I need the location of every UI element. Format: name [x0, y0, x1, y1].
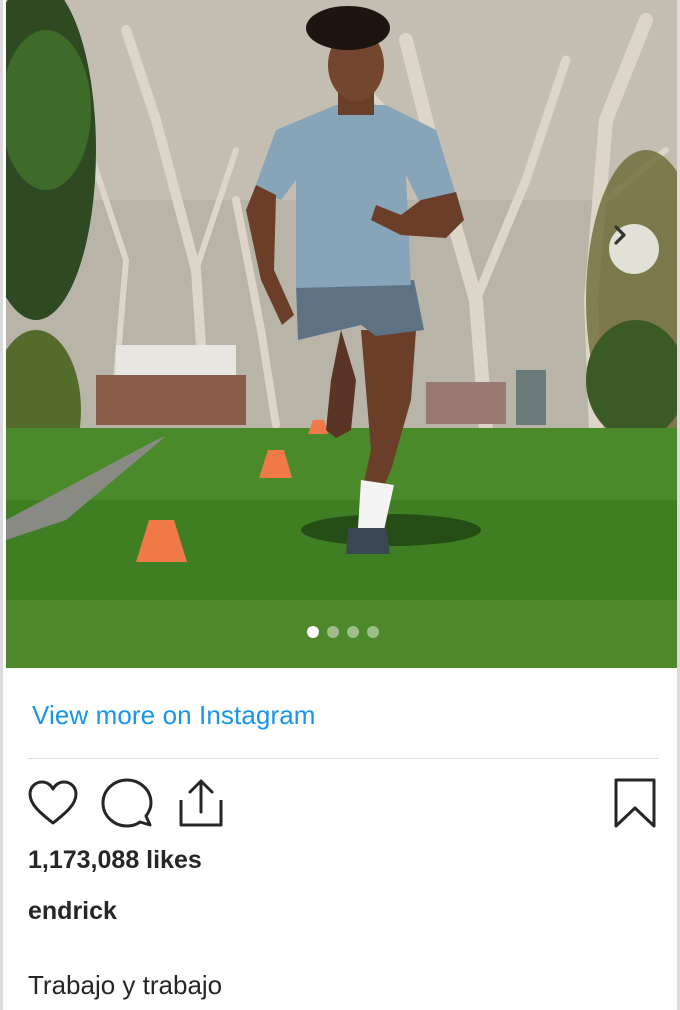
bookmark-icon: [614, 778, 656, 828]
divider: [28, 758, 658, 759]
carousel-dot: [327, 626, 339, 638]
heart-icon: [28, 780, 78, 825]
instagram-embed: View more on Instagram 1,173,088 likes e…: [0, 0, 680, 1010]
save-button[interactable]: [607, 775, 663, 831]
share-button[interactable]: [173, 775, 229, 831]
chevron-right-icon: [614, 225, 626, 245]
post-caption: Trabajo y trabajo: [28, 970, 223, 1000]
carousel-dot: [347, 626, 359, 638]
carousel-indicator: [6, 626, 677, 638]
share-icon: [179, 779, 223, 827]
comment-bubble-icon: [101, 778, 153, 828]
username[interactable]: endrick: [28, 897, 117, 926]
like-button[interactable]: [25, 775, 81, 831]
post-actions: [25, 775, 661, 831]
view-more-link[interactable]: View more on Instagram: [32, 700, 316, 731]
next-slide-button[interactable]: [609, 224, 659, 274]
post-photo[interactable]: [6, 0, 677, 668]
comment-button[interactable]: [99, 775, 155, 831]
carousel-dot: [367, 626, 379, 638]
likes-count[interactable]: 1,173,088 likes: [28, 846, 202, 875]
carousel-dot: [307, 626, 319, 638]
photo-illustration: [6, 0, 677, 668]
